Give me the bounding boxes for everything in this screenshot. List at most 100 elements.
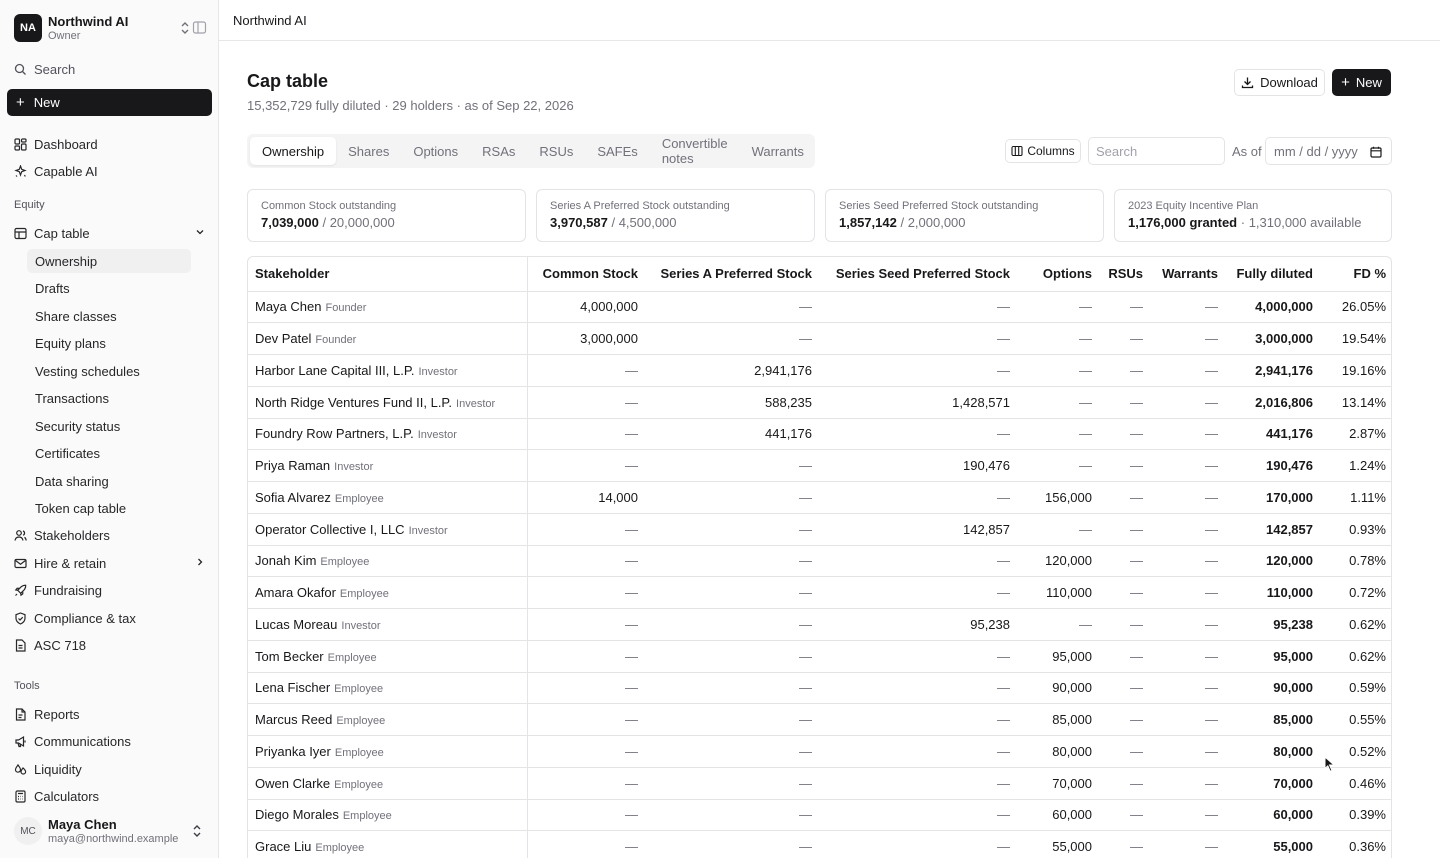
table-row[interactable]: Grace Liu Employee — — —55,000— —55,000 0.36% (248, 830, 1391, 858)
table-row[interactable]: Dev Patel Founder 3,000,000— — — — —3,000,000 1… (248, 322, 1391, 355)
column-header[interactable]: Series Seed Preferred Stock (819, 257, 1017, 292)
column-header[interactable]: Common Stock (527, 257, 645, 292)
table-cell: — (1099, 672, 1150, 705)
sidebar-subitem-share-classes[interactable]: Share classes (27, 304, 191, 328)
stakeholder-name[interactable]: Owen Clarke (255, 776, 330, 791)
stakeholder-name[interactable]: Foundry Row Partners, L.P. (255, 426, 414, 441)
column-header[interactable]: Stakeholder (248, 257, 528, 292)
table-row[interactable]: Maya Chen Founder 4,000,000— — — — —4,000,000 2… (248, 291, 1391, 324)
stakeholder-name[interactable]: Priya Raman (255, 458, 330, 473)
sidebar-subitem-vesting-schedules[interactable]: Vesting schedules (27, 359, 191, 383)
table-row[interactable]: Jonah Kim Employee — — —120,000— —120,000 0.78… (248, 545, 1391, 578)
stakeholder-name[interactable]: Maya Chen (255, 299, 321, 314)
table-cell: — (1150, 767, 1225, 800)
sidebar-item-communications[interactable]: Communications (14, 731, 206, 751)
column-header[interactable]: Fully diluted (1225, 257, 1320, 292)
table-row[interactable]: Owen Clarke Employee — — —70,000— —70,000 0.46… (248, 767, 1391, 800)
as-of-date-input[interactable]: mm / dd / yyyy (1265, 137, 1392, 165)
tab-safes[interactable]: SAFEs (585, 137, 649, 165)
table-cell: — (527, 545, 645, 578)
stakeholder-name[interactable]: Priyanka Iyer (255, 744, 331, 759)
sidebar-item-liquidity[interactable]: Liquidity (14, 759, 206, 779)
stakeholder-name[interactable]: North Ridge Ventures Fund II, L.P. (255, 395, 452, 410)
stakeholder-name[interactable]: Operator Collective I, LLC (255, 522, 405, 537)
calendar-icon (1370, 146, 1382, 158)
sidebar-subitem-token-cap-table[interactable]: Token cap table (27, 496, 191, 520)
tab-convertible-notes[interactable]: Convertible notes (650, 136, 740, 166)
stakeholder-name[interactable]: Tom Becker (255, 649, 324, 664)
stakeholder-name[interactable]: Lucas Moreau (255, 617, 337, 632)
sidebar-subitem-data-sharing[interactable]: Data sharing (27, 469, 191, 493)
tab-rsus[interactable]: RSUs (527, 137, 585, 165)
table-row[interactable]: North Ridge Ventures Fund II, L.P. Invest… (248, 386, 1391, 419)
sidebar-item-reports[interactable]: Reports (14, 704, 206, 724)
droplets-icon (14, 763, 27, 775)
sidebar-item-calculators[interactable]: Calculators (14, 786, 206, 806)
sidebar-subitem-ownership[interactable]: Ownership (27, 249, 191, 273)
sidebar-item-compliance-tax[interactable]: Compliance & tax (14, 608, 206, 628)
sidebar-toggle-icon[interactable] (192, 20, 207, 35)
table-row[interactable]: Marcus Reed Employee — — —85,000— —85,000 0.55… (248, 703, 1391, 736)
sidebar-subitem-security-status[interactable]: Security status (27, 414, 191, 438)
tab-warrants[interactable]: Warrants (740, 137, 816, 165)
sidebar-item-capable-ai[interactable]: Capable AI (14, 161, 206, 181)
stakeholder-name[interactable]: Dev Patel (255, 331, 311, 346)
table-cell: 0.59% (1320, 672, 1391, 705)
stakeholder-cell: Lucas Moreau Investor (248, 608, 528, 641)
sidebar-subitem-transactions[interactable]: Transactions (27, 386, 191, 410)
tab-options[interactable]: Options (401, 137, 470, 165)
new-button[interactable]: + New (1332, 69, 1391, 96)
column-header[interactable]: Warrants (1150, 257, 1225, 292)
column-header[interactable]: FD % (1320, 257, 1391, 292)
download-button[interactable]: Download (1234, 69, 1325, 96)
sidebar-item-fundraising[interactable]: Fundraising (14, 580, 206, 600)
stakeholder-name[interactable]: Grace Liu (255, 839, 311, 854)
stakeholder-name[interactable]: Amara Okafor (255, 585, 336, 600)
sidebar-item-cap-table[interactable]: Cap table (14, 223, 206, 243)
sidebar-item-label: Liquidity (34, 761, 82, 777)
table-row[interactable]: Diego Morales Employee — — —60,000— —60,000 0.… (248, 799, 1391, 832)
stakeholder-name[interactable]: Jonah Kim (255, 553, 316, 568)
stakeholder-name[interactable]: Diego Morales (255, 807, 339, 822)
table-row[interactable]: Priya Raman Investor — —190,476— — —190,476 1.… (248, 449, 1391, 482)
table-row[interactable]: Foundry Row Partners, L.P. Investor —441,1… (248, 418, 1391, 451)
table-row[interactable]: Sofia Alvarez Employee 14,000— —156,000— —17… (248, 481, 1391, 514)
sidebar-item-hire-retain[interactable]: Hire & retain (14, 553, 206, 573)
sidebar-subitem-certificates[interactable]: Certificates (27, 441, 191, 465)
table-row[interactable]: Priyanka Iyer Employee — — —80,000— —80,000 0.… (248, 735, 1391, 768)
table-cell: — (527, 576, 645, 609)
column-header[interactable]: Series A Preferred Stock (645, 257, 819, 292)
table-cell: — (527, 672, 645, 705)
column-header[interactable]: Options (1017, 257, 1099, 292)
stakeholder-name[interactable]: Marcus Reed (255, 712, 332, 727)
stakeholder-cell: North Ridge Ventures Fund II, L.P. Invest… (248, 386, 528, 419)
stakeholder-name[interactable]: Lena Fischer (255, 680, 330, 695)
sidebar-item-asc-718[interactable]: ASC 718 (14, 635, 206, 655)
sidebar-subitem-drafts[interactable]: Drafts (27, 276, 191, 300)
sidebar-item-dashboard[interactable]: Dashboard (14, 134, 206, 154)
stakeholder-role: Employee (334, 492, 384, 505)
tab-rsas[interactable]: RSAs (470, 137, 527, 165)
table-row[interactable]: Operator Collective I, LLC Investor — —142,… (248, 513, 1391, 546)
sidebar-item-stakeholders[interactable]: Stakeholders (14, 525, 206, 545)
card-primary: 7,039,000 (261, 215, 319, 230)
stakeholder-name[interactable]: Harbor Lane Capital III, L.P. (255, 363, 414, 378)
search-input[interactable] (1088, 137, 1225, 165)
sidebar-search[interactable]: Search (14, 61, 204, 77)
stakeholder-name[interactable]: Sofia Alvarez (255, 490, 331, 505)
columns-button[interactable]: Columns (1005, 139, 1081, 163)
table-row[interactable]: Harbor Lane Capital III, L.P. Investor —2,… (248, 354, 1391, 387)
org-switcher[interactable]: NA Northwind AI Owner (14, 13, 212, 43)
tab-shares[interactable]: Shares (336, 137, 401, 165)
org-text: Northwind AI Owner (48, 14, 178, 43)
table-row[interactable]: Lena Fischer Employee — — —90,000— —90,000 0.5… (248, 672, 1391, 705)
user-menu[interactable]: MC Maya Chen maya@northwind.example (14, 816, 212, 846)
sidebar-subitem-equity-plans[interactable]: Equity plans (27, 331, 191, 355)
chevron-down-icon (196, 230, 204, 235)
tab-ownership[interactable]: Ownership (250, 137, 337, 165)
sidebar-new-button[interactable]: + New (7, 89, 212, 116)
column-header[interactable]: RSUs (1099, 257, 1150, 292)
table-row[interactable]: Lucas Moreau Investor — —95,238— — —95,238 0.6… (248, 608, 1391, 641)
table-row[interactable]: Tom Becker Employee — — —95,000— —95,000 0.62% (248, 640, 1391, 673)
table-row[interactable]: Amara Okafor Employee — — —110,000— —110,000 0… (248, 576, 1391, 609)
